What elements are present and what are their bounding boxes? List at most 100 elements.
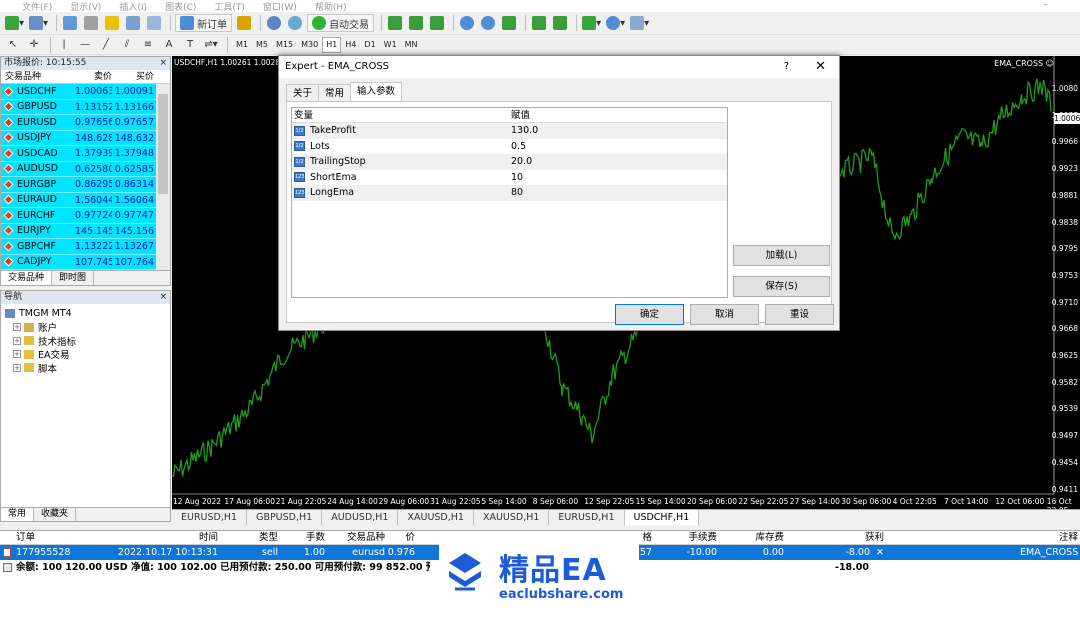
data-window-toggle[interactable] — [82, 14, 100, 32]
list-item[interactable]: GBPCHF 1.13222 1.13267 — [1, 239, 170, 255]
col-time[interactable]: 时间 — [110, 531, 218, 544]
new-order-button[interactable]: 新订单 — [175, 14, 233, 32]
col-profit[interactable]: 获利 — [784, 531, 884, 544]
timeframe-m15[interactable]: M15 — [272, 37, 297, 53]
menu-tools[interactable]: 工具(T) — [214, 0, 245, 13]
terminal-toggle[interactable] — [124, 14, 142, 32]
tab-common[interactable]: 常用 — [318, 84, 352, 101]
market-watch-scrollbar[interactable] — [156, 84, 170, 270]
menu-chart[interactable]: 图表(C) — [165, 0, 196, 13]
tester-toggle[interactable] — [145, 14, 163, 32]
col-type[interactable]: 类型 — [218, 531, 278, 544]
timeframe-m30[interactable]: M30 — [297, 37, 322, 53]
horizontal-line-tool[interactable]: — — [76, 36, 94, 54]
list-item[interactable]: USDCAD 1.37939 1.37948 — [1, 146, 170, 162]
menu-file[interactable]: 文件(F) — [22, 0, 52, 13]
param-value[interactable]: 80 — [511, 185, 727, 201]
auto-trading-button[interactable]: 自动交易 — [307, 14, 375, 32]
timeframe-h1[interactable]: H1 — [322, 36, 342, 53]
channel-tool[interactable]: ⫽ — [118, 36, 136, 54]
tab-favorites[interactable]: 收藏夹 — [34, 508, 77, 521]
expand-icon[interactable]: + — [13, 323, 21, 332]
col-swap[interactable]: 库存费 — [717, 531, 784, 544]
nav-item-accounts[interactable]: + 账户 — [5, 321, 166, 334]
nav-item-indicators[interactable]: + 技术指标 — [5, 334, 166, 348]
list-item[interactable]: AUDUSD 0.62580 0.62585 — [1, 161, 170, 177]
line-chart-button[interactable] — [428, 14, 446, 32]
timeframe-mn[interactable]: MN — [401, 37, 422, 53]
close-icon[interactable]: × — [159, 291, 167, 304]
nav-item-expert-advisors[interactable]: + EA交易 — [5, 348, 166, 361]
chart-tab[interactable]: AUDUSD,H1 — [322, 510, 399, 525]
expand-icon[interactable]: + — [13, 350, 21, 359]
table-row[interactable]: 123 LongEma 80 — [292, 185, 727, 201]
chart-shift-button[interactable] — [530, 14, 548, 32]
indicators-button[interactable]: ▾ — [581, 14, 602, 32]
expert-name-label[interactable]: EMA_CROSS ☺ — [994, 59, 1054, 68]
col-bid[interactable]: 卖价 — [75, 70, 112, 83]
list-item[interactable]: USDJPY 148.628 148.632 — [1, 130, 170, 146]
profiles-button[interactable]: ▾ — [28, 14, 49, 32]
col-symbol[interactable]: 交易品种 — [325, 531, 385, 544]
timeframe-m1[interactable]: M1 — [232, 37, 252, 53]
tab-tick-chart[interactable]: 即时图 — [52, 271, 95, 285]
menu-insert[interactable]: 插入(I) — [119, 0, 147, 13]
tab-symbols[interactable]: 交易品种 — [1, 271, 53, 285]
timeframe-h4[interactable]: H4 — [341, 37, 360, 53]
col-lots[interactable]: 手数 — [278, 531, 325, 544]
tab-common[interactable]: 常用 — [1, 508, 35, 521]
help-icon[interactable]: ? — [784, 56, 789, 78]
zoom-in-button[interactable] — [458, 14, 476, 32]
table-row[interactable]: 1/2 Lots 0.5 — [292, 139, 727, 155]
list-item[interactable]: EURUSD 0.97656 0.97657 — [1, 115, 170, 131]
reset-button[interactable]: 重设 — [765, 304, 834, 325]
candle-chart-button[interactable] — [407, 14, 425, 32]
list-item[interactable]: EURJPY 145.145 145.156 — [1, 223, 170, 239]
param-value[interactable]: 130.0 — [511, 123, 727, 139]
timeframe-d1[interactable]: D1 — [360, 37, 379, 53]
col-comment[interactable]: 注释 — [1020, 531, 1080, 544]
crosshair-tool[interactable]: ✛ — [25, 36, 43, 54]
list-item[interactable]: EURAUD 1.56044 1.56064 — [1, 192, 170, 208]
chart-tab[interactable]: EURUSD,H1 — [549, 510, 625, 525]
fibonacci-tool[interactable]: ≡ — [139, 36, 157, 54]
load-button[interactable]: 加载(L) — [733, 245, 830, 266]
cancel-button[interactable]: 取消 — [690, 304, 759, 325]
table-row[interactable]: 123 ShortEma 10 — [292, 170, 727, 186]
trendline-tool[interactable]: ╱ — [97, 36, 115, 54]
col-ask[interactable]: 买价 — [112, 70, 156, 83]
col-price[interactable]: 价 — [385, 531, 415, 544]
chart-tab[interactable]: USDCHF,H1 — [624, 510, 700, 525]
tile-windows-button[interactable] — [500, 14, 518, 32]
param-value[interactable]: 20.0 — [511, 154, 727, 170]
new-chart-button[interactable]: ▾ — [4, 14, 25, 32]
menu-window[interactable]: 窗口(W) — [263, 0, 297, 13]
chart-tab[interactable]: GBPUSD,H1 — [247, 510, 323, 525]
ok-button[interactable]: 确定 — [615, 304, 684, 325]
close-position-icon[interactable]: ✕ — [876, 547, 884, 558]
label-tool[interactable]: T — [181, 36, 199, 54]
chart-tab[interactable]: EURUSD,H1 — [172, 510, 248, 525]
list-item[interactable]: EURGBP 0.86295 0.86314 — [1, 177, 170, 193]
col-commission[interactable]: 手续费 — [652, 531, 717, 544]
bar-chart-button[interactable] — [386, 14, 404, 32]
tab-about[interactable]: 关于 — [286, 84, 320, 101]
navigator-toggle[interactable] — [103, 14, 121, 32]
tab-inputs[interactable]: 输入参数 — [350, 82, 403, 101]
community-button[interactable] — [286, 14, 304, 32]
save-button[interactable]: 保存(S) — [733, 276, 830, 297]
col-value[interactable]: 赋值 — [511, 108, 727, 122]
param-value[interactable]: 10 — [511, 170, 727, 186]
vertical-line-tool[interactable]: | — [55, 36, 73, 54]
text-tool[interactable]: A — [160, 36, 178, 54]
cursor-tool[interactable]: ↖ — [4, 36, 22, 54]
nav-root[interactable]: TMGM MT4 — [5, 307, 166, 321]
col-order[interactable]: 订单 — [0, 531, 110, 544]
signals-button[interactable] — [265, 14, 283, 32]
chart-tab[interactable]: XAUUSD,H1 — [398, 510, 474, 525]
scrollbar-thumb[interactable] — [158, 94, 168, 194]
list-item[interactable]: USDCHF 1.00063 1.00091 — [1, 84, 170, 100]
list-item[interactable]: GBPUSD 1.13152 1.13166 — [1, 99, 170, 115]
periods-button[interactable]: ▾ — [605, 14, 626, 32]
menu-help[interactable]: 帮助(H) — [315, 0, 347, 13]
